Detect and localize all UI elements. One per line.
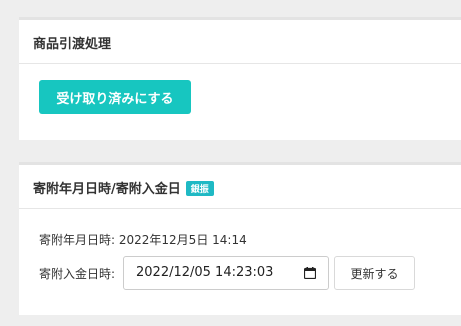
donation-panel-header: 寄附年月日時/寄附入金日 銀振: [19, 165, 461, 209]
donation-datetime-row: 寄附年月日時: 2022年12月5日 14:14: [39, 231, 247, 248]
donation-datetime-value: 2022年12月5日 14:14: [118, 233, 247, 247]
donation-panel-title: 寄附年月日時/寄附入金日 銀振: [33, 178, 214, 197]
calendar-icon[interactable]: [304, 267, 316, 279]
handover-panel: 商品引渡処理 受け取り済みにする: [19, 20, 461, 140]
payment-method-badge: 銀振: [185, 181, 214, 196]
donation-datetime-label: 寄附年月日時:: [39, 233, 116, 247]
donation-panel: 寄附年月日時/寄附入金日 銀振 寄附年月日時: 2022年12月5日 14:14 …: [19, 165, 461, 315]
update-button[interactable]: 更新する: [334, 256, 415, 290]
mark-received-button[interactable]: 受け取り済みにする: [39, 80, 191, 114]
payment-date-label: 寄附入金日時:: [39, 267, 116, 281]
handover-panel-title: 商品引渡処理: [33, 37, 112, 52]
payment-datetime-value[interactable]: 2022/12/05 14:23:03: [136, 265, 273, 280]
handover-panel-header: 商品引渡処理: [19, 20, 461, 64]
payment-datetime-input[interactable]: 2022/12/05 14:23:03: [123, 256, 329, 290]
donation-panel-title-text: 寄附年月日時/寄附入金日: [33, 182, 181, 197]
